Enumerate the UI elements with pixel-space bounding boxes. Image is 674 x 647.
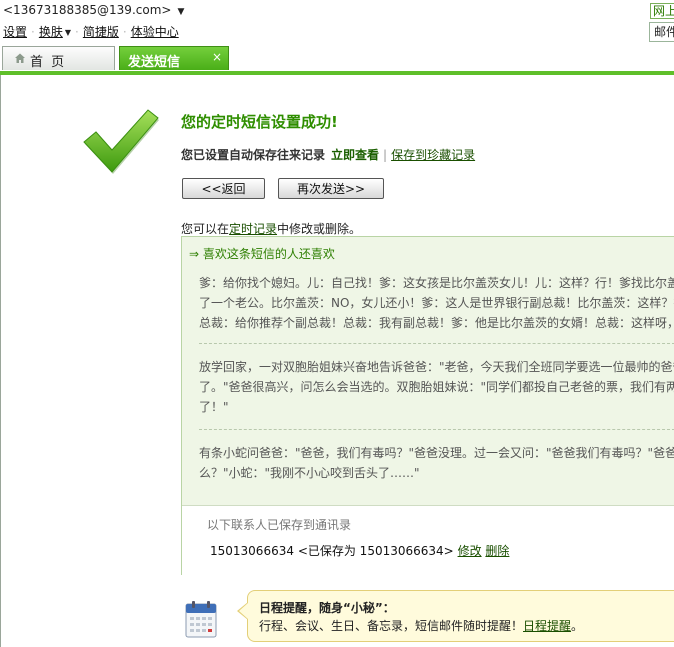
home-icon bbox=[15, 53, 25, 63]
back-button[interactable]: <<返回 bbox=[182, 178, 265, 199]
joke-line: 放学回家，一对双胞胎姐妹兴奋地告诉爸爸："老爸，今天我们全班同学要选一位最帅的爸… bbox=[199, 360, 674, 374]
account-email: <13673188385@139.com> bbox=[3, 3, 172, 17]
tab-home-label: 首 页 bbox=[30, 55, 67, 70]
resend-button[interactable]: 再次发送>> bbox=[278, 178, 384, 199]
mail-search-input[interactable]: 邮件 bbox=[649, 22, 674, 42]
account-menu[interactable]: <13673188385@139.com> ▼ bbox=[3, 3, 184, 17]
check-icon bbox=[83, 109, 159, 174]
skin-dropdown-icon[interactable]: ▼ bbox=[65, 28, 71, 37]
close-tab-icon[interactable]: × bbox=[212, 50, 222, 64]
contact-row: 15013066634 <已保存为 15013066634> 修改 删除 bbox=[210, 542, 509, 559]
saved-contacts-box: 以下联系人已保存到通讯录 15013066634 <已保存为 150130666… bbox=[182, 505, 674, 576]
nav-separator: · bbox=[31, 25, 35, 39]
joke-line: 有条小蛇问爸爸："爸爸，我们有毒吗？"爸爸没理。过一会又问："爸爸我们有毒吗？"… bbox=[199, 446, 674, 460]
reminder-bubble: 日程提醒，随身“小秘”： 行程、会议、生日、备忘录，短信邮件随时提醒！日程提醒。 bbox=[247, 590, 674, 642]
joke-line: 爹：给你找个媳妇。儿：自己找！爹：这女孩是比尔盖茨女儿！儿：这样？行！爹找比尔盖… bbox=[199, 276, 674, 290]
success-title: 您的定时短信设置成功! bbox=[181, 113, 338, 131]
saved-record-text: 您已设置自动保存往来记录 bbox=[181, 148, 326, 162]
reminder-text: 行程、会议、生日、备忘录，短信邮件随时提醒！日程提醒。 bbox=[259, 617, 583, 634]
saved-contacts-title: 以下联系人已保存到通讯录 bbox=[207, 518, 352, 532]
scheduled-records-link[interactable]: 定时记录 bbox=[229, 222, 277, 236]
list-item[interactable]: 爹：给你找个媳妇。儿：自己找！爹：这女孩是比尔盖茨女儿！儿：这样？行！爹找比尔盖… bbox=[199, 273, 674, 333]
modify-hint-prefix: 您可以在 bbox=[181, 222, 230, 236]
delete-contact-link[interactable]: 删除 bbox=[485, 544, 509, 558]
nav-experience-center[interactable]: 体验中心 bbox=[131, 25, 179, 39]
joke-line: 了。"爸爸很高兴，问怎么会当选的。双胞胎姐妹说："同学们都投自己老爸的票，我们有… bbox=[199, 380, 674, 394]
online-link[interactable]: 网上 bbox=[650, 3, 674, 19]
joke-line: 总裁：给你推荐个副总裁！总裁：我有副总裁！爹：他是比尔盖茨的女婿！总裁：这样呀，… bbox=[199, 316, 674, 330]
nav-separator: · bbox=[75, 25, 79, 39]
recommend-panel: ⇒ 喜欢这条短信的人还喜欢 爹：给你找个媳妇。儿：自己找！爹：这女孩是比尔盖茨女… bbox=[181, 236, 674, 576]
nav-skin[interactable]: 换肤 bbox=[39, 25, 63, 39]
reminder-body: 行程、会议、生日、备忘录，短信邮件随时提醒！ bbox=[259, 619, 524, 633]
joke-line: 了！" bbox=[199, 400, 229, 414]
edit-contact-link[interactable]: 修改 bbox=[458, 544, 482, 558]
joke-line: 么？"小蛇："我刚不小心咬到舌头了……" bbox=[199, 466, 420, 480]
save-favorite-link[interactable]: 保存到珍藏记录 bbox=[391, 148, 475, 162]
tab-send-sms[interactable]: 发送短信 × bbox=[119, 46, 229, 70]
joke-line: 了一个老公。比尔盖茨：NO，女儿还小！爹：这人是世界银行副总裁！比尔盖茨：这样？… bbox=[199, 296, 674, 310]
nav-simple-version[interactable]: 简捷版 bbox=[83, 25, 119, 39]
contact-number: 15013066634 bbox=[210, 544, 294, 558]
contact-saved-as: <已保存为 15013066634> bbox=[297, 544, 454, 558]
reminder-title: 日程提醒，随身“小秘”： bbox=[259, 601, 395, 615]
top-bar: <13673188385@139.com> ▼ 设置 · 换肤 ▼ · 简捷版 · 体验中心 网… bbox=[0, 0, 674, 44]
bubble-tail-inner bbox=[239, 603, 248, 619]
caret-down-icon: ▼ bbox=[177, 7, 185, 17]
schedule-reminder-link[interactable]: 日程提醒 bbox=[523, 619, 571, 633]
saved-record-line: 您已设置自动保存往来记录 立即查看 | 保存到珍藏记录 bbox=[181, 146, 475, 163]
view-now-link[interactable]: 立即查看 bbox=[331, 148, 379, 162]
tab-send-sms-label: 发送短信 bbox=[128, 55, 181, 70]
nav-settings[interactable]: 设置 bbox=[3, 25, 27, 39]
link-separator: | bbox=[383, 148, 388, 162]
tab-home[interactable]: 首 页 bbox=[2, 46, 115, 70]
reminder-end: 。 bbox=[571, 619, 584, 633]
nav-separator: · bbox=[122, 25, 127, 39]
modify-hint: 您可以在定时记录中修改或删除。 bbox=[181, 220, 361, 237]
modify-hint-suffix: 中修改或删除。 bbox=[277, 222, 362, 236]
list-item[interactable]: 有条小蛇问爸爸："爸爸，我们有毒吗？"爸爸没理。过一会又问："爸爸我们有毒吗？"… bbox=[199, 443, 674, 483]
recommend-title: ⇒ 喜欢这条短信的人还喜欢 bbox=[189, 247, 335, 261]
divider bbox=[199, 343, 674, 344]
list-item[interactable]: 放学回家，一对双胞胎姐妹兴奋地告诉爸爸："老爸，今天我们全班同学要选一位最帅的爸… bbox=[199, 357, 674, 417]
top-nav: 设置 · 换肤 ▼ · 简捷版 · 体验中心 bbox=[3, 23, 179, 40]
divider bbox=[199, 429, 674, 430]
calendar-icon bbox=[185, 601, 217, 638]
